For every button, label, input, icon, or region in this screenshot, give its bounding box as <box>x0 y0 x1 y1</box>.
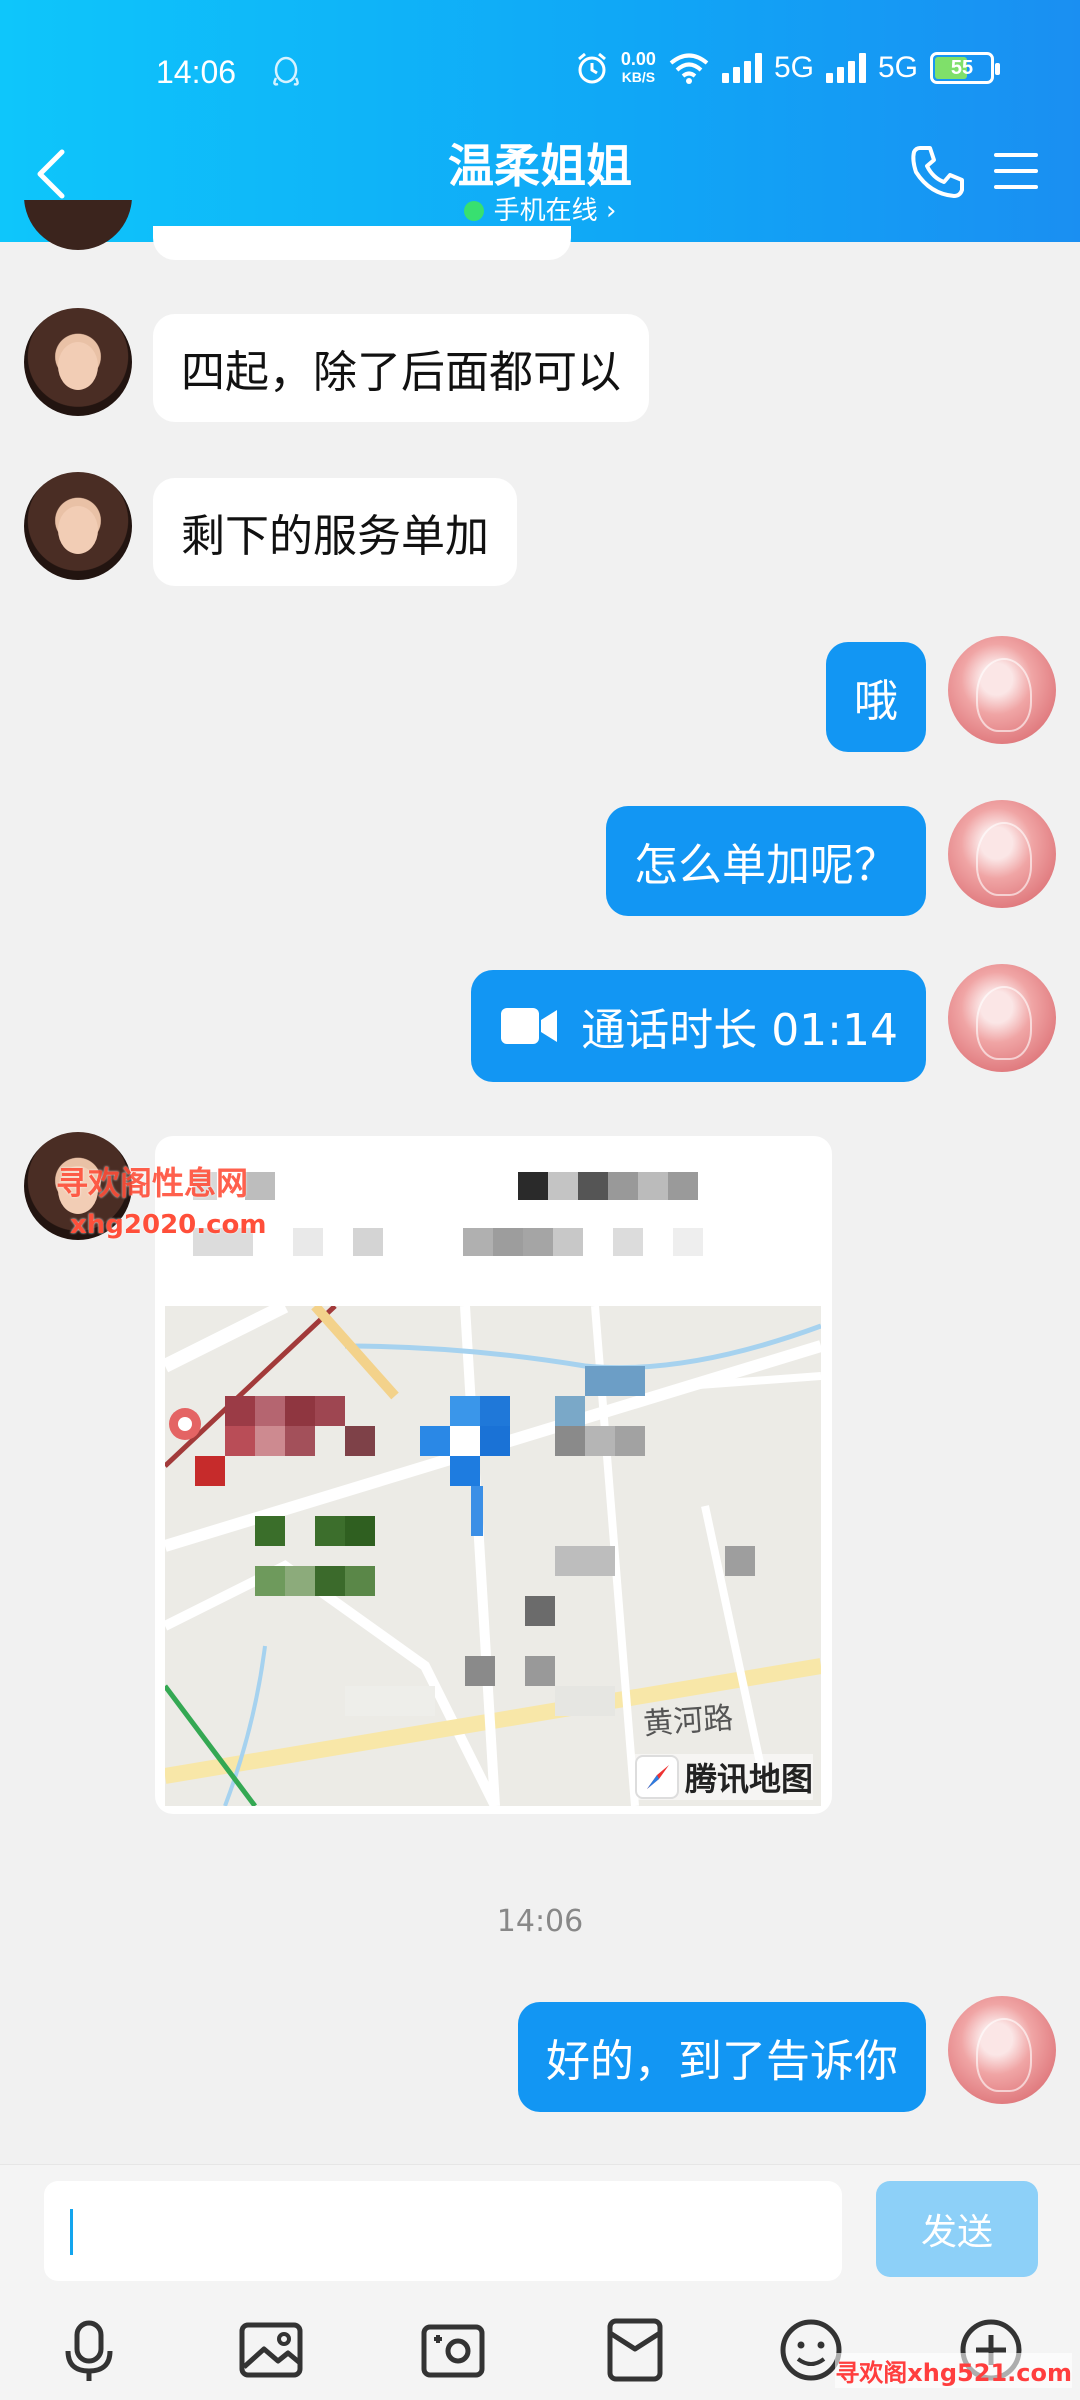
my-avatar[interactable] <box>948 636 1056 744</box>
net-speed-unit: KB/S <box>621 69 656 85</box>
watermark-url: xhg2020.com <box>70 1210 267 1240</box>
status-indicators: 0.00 KB/S 5G 5G 55 <box>575 50 1000 86</box>
location-title-pixelated <box>193 1172 713 1202</box>
watermark-corner: 寻欢阁xhg521.com <box>835 2353 1072 2388</box>
tencent-map-compass-icon <box>634 1755 679 1799</box>
phone-call-icon[interactable] <box>908 142 966 200</box>
contact-avatar[interactable] <box>24 472 132 580</box>
cropped-avatar <box>24 200 132 250</box>
my-avatar[interactable] <box>948 964 1056 1072</box>
camera-icon[interactable] <box>418 2315 488 2385</box>
input-bar: 发送 寻欢阁xhg521.com <box>0 2164 1080 2400</box>
my-avatar[interactable] <box>948 1996 1056 2104</box>
red-packet-icon[interactable] <box>600 2315 670 2385</box>
watermark-text: 寻欢阁性息网 <box>56 1164 249 1202</box>
message-text: 哦 <box>854 676 898 727</box>
cropped-message-bubble <box>153 226 571 260</box>
my-avatar[interactable] <box>948 800 1056 908</box>
online-dot-icon <box>463 201 484 221</box>
call-duration-text: 通话时长 01:14 <box>581 1005 898 1056</box>
signal-bars-1-icon <box>721 53 762 83</box>
network-type-2: 5G <box>877 51 918 84</box>
call-record-bubble[interactable]: 通话时长 01:14 <box>471 970 926 1082</box>
message-bubble-outgoing[interactable]: 哦 <box>826 642 926 752</box>
online-status-text: 手机在线 <box>493 196 598 226</box>
net-speed: 0.00 KB/S <box>621 50 656 86</box>
image-icon[interactable] <box>236 2315 306 2385</box>
message-text: 好的，到了告诉你 <box>546 2036 898 2087</box>
alarm-icon <box>577 52 606 84</box>
message-bubble-incoming[interactable]: 四起，除了后面都可以 <box>153 314 649 422</box>
chat-header: 14:06 0.00 KB/S 5G 5G 55 温柔姐姐 手机在线 › <box>0 0 1080 242</box>
signal-bars-2-icon <box>825 53 866 83</box>
battery-level: 55 <box>950 57 974 79</box>
map-brand-text: 腾讯地图 <box>684 1760 813 1798</box>
message-text: 剩下的服务单加 <box>181 511 489 562</box>
qq-penguin-icon <box>273 56 299 86</box>
status-time: 14:06 <box>156 54 237 90</box>
message-bubble-outgoing[interactable]: 怎么单加呢？ <box>606 806 926 916</box>
wifi-icon <box>669 53 709 84</box>
network-type-1: 5G <box>773 51 814 84</box>
message-text: 怎么单加呢？ <box>634 840 898 891</box>
battery-icon: 55 <box>930 52 1000 84</box>
message-input[interactable] <box>44 2181 842 2281</box>
send-button[interactable]: 发送 <box>876 2181 1038 2277</box>
location-map[interactable]: 黄河路 腾讯地图 <box>165 1306 821 1806</box>
message-timestamp: 14:06 <box>496 1904 584 1939</box>
chevron-right-icon: › <box>605 196 617 226</box>
map-attribution: 腾讯地图 <box>634 1754 813 1800</box>
location-address-pixelated <box>193 1228 753 1258</box>
message-bubble-outgoing[interactable]: 好的，到了告诉你 <box>518 2002 926 2112</box>
menu-icon[interactable] <box>992 150 1040 192</box>
contact-avatar[interactable] <box>24 308 132 416</box>
video-call-icon <box>501 1008 558 1044</box>
map-road-label: 黄河路 <box>642 1700 735 1743</box>
text-caret <box>70 2209 73 2255</box>
status-bar: 14:06 0.00 KB/S 5G 5G 55 <box>0 48 1080 98</box>
message-bubble-incoming[interactable]: 剩下的服务单加 <box>153 478 517 586</box>
microphone-icon[interactable] <box>54 2315 124 2385</box>
net-speed-value: 0.00 <box>620 49 656 69</box>
message-text: 四起，除了后面都可以 <box>181 347 621 398</box>
